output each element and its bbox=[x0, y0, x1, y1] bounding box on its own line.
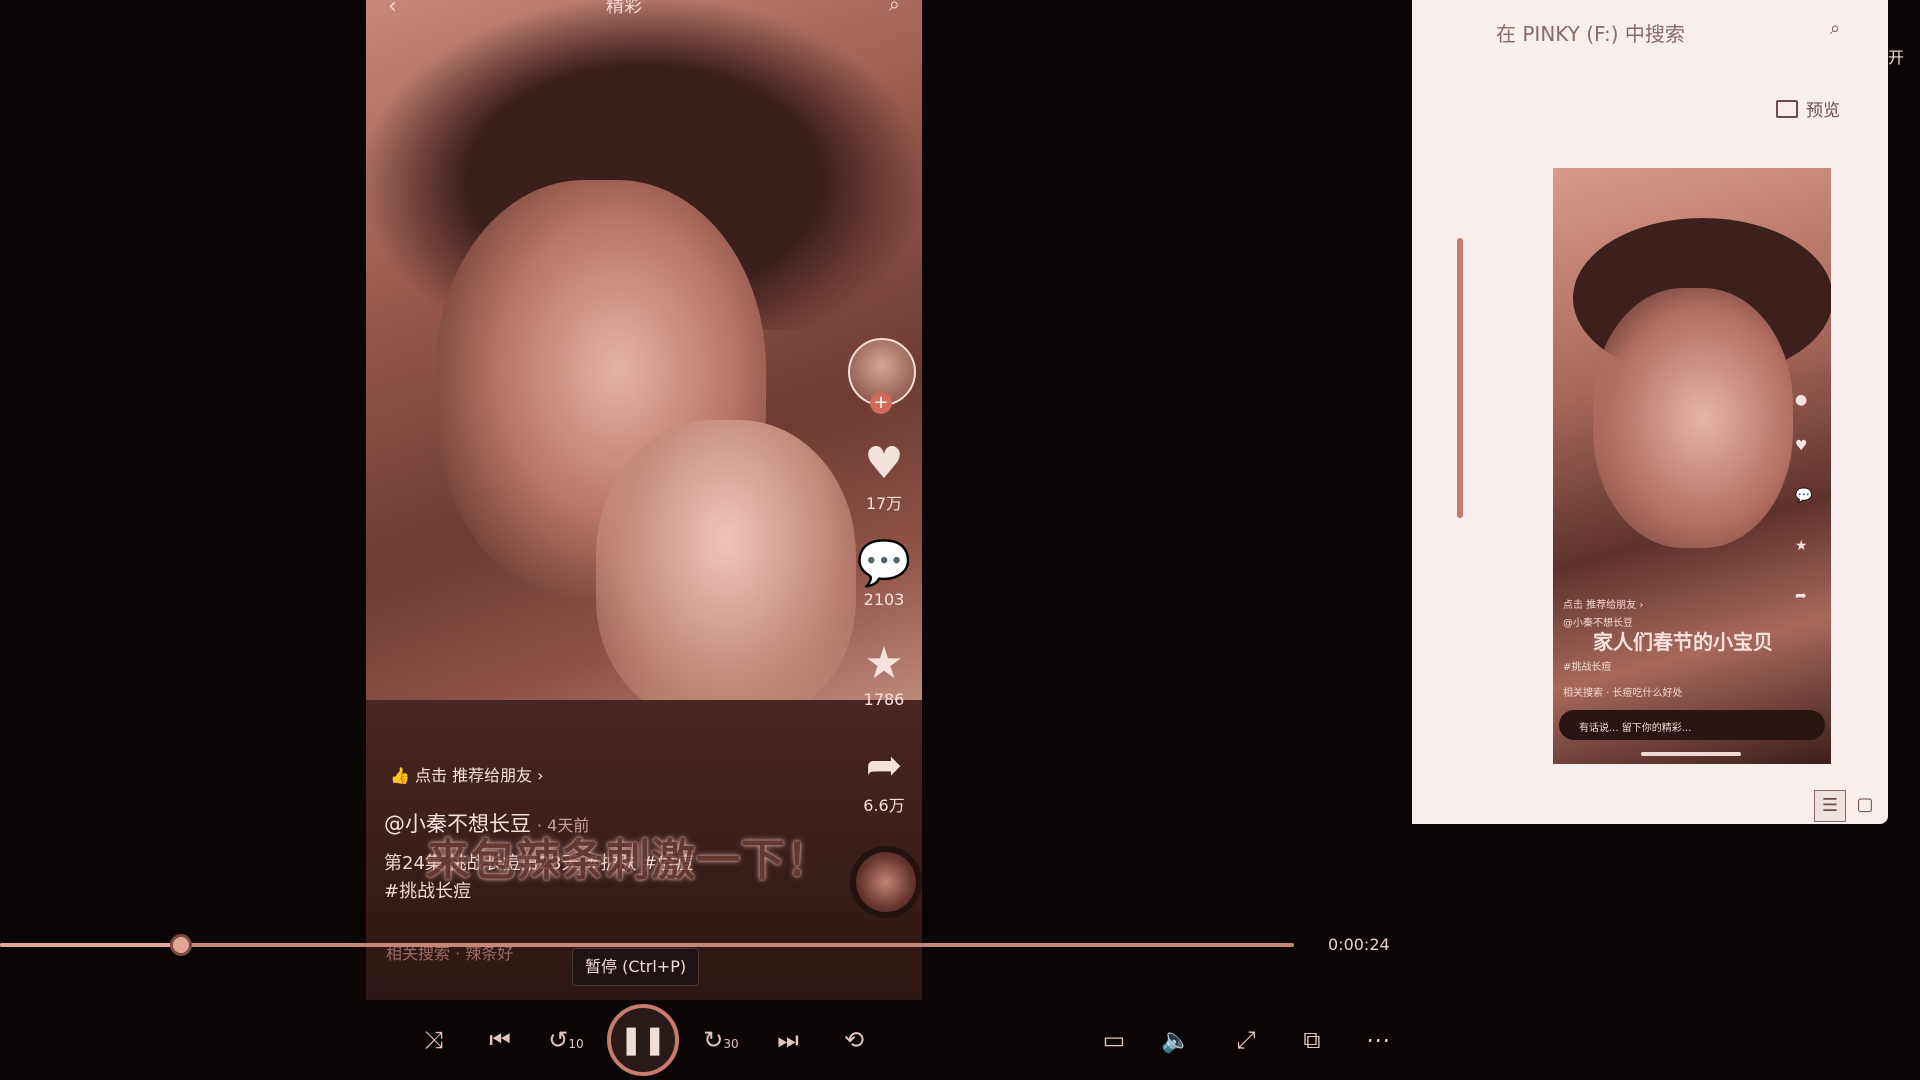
skip-back-button[interactable]: ↺10 bbox=[542, 1016, 590, 1064]
back-icon[interactable]: ‹ bbox=[388, 0, 397, 19]
thumb-recommend: 点击 推荐给朋友 › bbox=[1563, 600, 1644, 611]
skip-forward-button[interactable]: ↻30 bbox=[697, 1016, 745, 1064]
video-stage: ‹ 精彩 ⌕ + ♥ 17万 💬 2103 ★ 1786 ➦ 6.6万 👍 点击… bbox=[0, 0, 1412, 1080]
thumb-star-icon: ★ bbox=[1795, 538, 1808, 554]
favorite-action[interactable]: ★ 1786 bbox=[848, 638, 920, 710]
search-icon[interactable]: ⌕ bbox=[1830, 18, 1840, 39]
volume-icon[interactable]: 🔈 bbox=[1152, 1016, 1200, 1064]
search-icon[interactable]: ⌕ bbox=[889, 0, 900, 16]
share-action[interactable]: ➦ 6.6万 bbox=[848, 742, 920, 816]
pause-tooltip: 暂停 (Ctrl+P) bbox=[572, 948, 700, 986]
preview-pane-icon bbox=[1776, 100, 1798, 118]
thumb-subtitle: 家人们春节的小宝贝 bbox=[1593, 630, 1773, 654]
video-top-title: 精彩 bbox=[606, 0, 642, 17]
player-controls: ⤨ ⏮ ↺10 ❚❚ ↻30 ⏭ ⟲ ▭ 🔈 ⤢ ⧉ ⋯ bbox=[0, 1000, 1412, 1080]
preview-button[interactable]: 预览 bbox=[1776, 96, 1840, 121]
favorite-count: 1786 bbox=[863, 690, 905, 709]
seek-bar[interactable] bbox=[0, 934, 1294, 956]
video-subtitle: 来包辣条刺激一下！ bbox=[426, 835, 831, 886]
like-action[interactable]: ♥ 17万 bbox=[848, 440, 920, 514]
music-disc-icon[interactable] bbox=[850, 846, 922, 918]
thumb-comment-icon: 💬 bbox=[1795, 488, 1813, 504]
video-frame[interactable]: ‹ 精彩 ⌕ + ♥ 17万 💬 2103 ★ 1786 ➦ 6.6万 👍 点击… bbox=[366, 0, 922, 1000]
thumb-input-text: 有话说... 留下你的精彩... bbox=[1579, 723, 1692, 734]
thumb-home-indicator bbox=[1641, 752, 1741, 756]
thumb-avatar-icon: ● bbox=[1795, 392, 1808, 408]
repeat-off-icon[interactable]: ⟲ bbox=[830, 1016, 878, 1064]
previous-icon[interactable]: ⏮ bbox=[476, 1016, 524, 1064]
mini-player-icon[interactable]: ⧉ bbox=[1288, 1016, 1336, 1064]
share-count: 6.6万 bbox=[863, 796, 905, 815]
preview-thumbnail: ● ♥ 💬 ★ ➦ 点击 推荐给朋友 › @小秦不想长豆 家人们春节的小宝贝 #… bbox=[1553, 168, 1831, 764]
share-icon: ➦ bbox=[865, 740, 903, 791]
thumb-related: 相关搜索 · 长痘吃什么好处 bbox=[1563, 688, 1683, 699]
star-icon: ★ bbox=[864, 638, 904, 689]
thumb-face bbox=[1593, 288, 1793, 548]
comment-action[interactable]: 💬 2103 bbox=[848, 538, 920, 610]
thumb-heart-icon: ♥ bbox=[1795, 438, 1808, 454]
more-options-icon[interactable]: ⋯ bbox=[1354, 1016, 1402, 1064]
details-view-icon[interactable]: ☰ bbox=[1814, 790, 1846, 822]
seek-thumb[interactable] bbox=[170, 934, 193, 956]
scrollbar[interactable] bbox=[1457, 238, 1463, 518]
thumb-tag: #挑战长痘 bbox=[1563, 662, 1612, 673]
open-button[interactable]: 开 bbox=[1888, 44, 1920, 68]
time-display: 0:00:24 bbox=[1328, 935, 1390, 954]
scene-hand bbox=[596, 420, 856, 720]
comment-count: 2103 bbox=[863, 590, 905, 609]
explorer-panel: 在 PINKY (F:) 中搜索 ⌕ 预览 ● ♥ 💬 ★ ➦ 点击 推荐给朋友… bbox=[1412, 0, 1888, 824]
recommend-link[interactable]: 👍 点击 推荐给朋友 › bbox=[390, 762, 544, 786]
seek-bar-played bbox=[0, 943, 182, 947]
heart-icon: ♥ bbox=[864, 438, 904, 489]
follow-plus-icon[interactable]: + bbox=[870, 392, 892, 414]
like-count: 17万 bbox=[865, 494, 903, 513]
file-explorer: 在 PINKY (F:) 中搜索 ⌕ 预览 ● ♥ 💬 ★ ➦ 点击 推荐给朋友… bbox=[1412, 0, 1920, 1080]
thumb-input-bar: 有话说... 留下你的精彩... bbox=[1559, 710, 1825, 740]
large-icons-view-icon[interactable]: ▢ bbox=[1850, 790, 1880, 820]
skip-forward-seconds: 30 bbox=[723, 1037, 739, 1051]
next-icon[interactable]: ⏭ bbox=[764, 1016, 812, 1064]
shuffle-icon[interactable]: ⤨ bbox=[410, 1016, 458, 1064]
pause-button[interactable]: ❚❚ bbox=[607, 1004, 679, 1076]
thumb-share-icon: ➦ bbox=[1795, 588, 1807, 604]
captions-icon[interactable]: ▭ bbox=[1090, 1016, 1138, 1064]
comment-icon: 💬 bbox=[856, 538, 912, 589]
search-input[interactable]: 在 PINKY (F:) 中搜索 bbox=[1496, 18, 1685, 47]
skip-back-seconds: 10 bbox=[568, 1037, 584, 1051]
preview-label: 预览 bbox=[1806, 101, 1840, 121]
fullscreen-icon[interactable]: ⤢ bbox=[1222, 1016, 1270, 1064]
